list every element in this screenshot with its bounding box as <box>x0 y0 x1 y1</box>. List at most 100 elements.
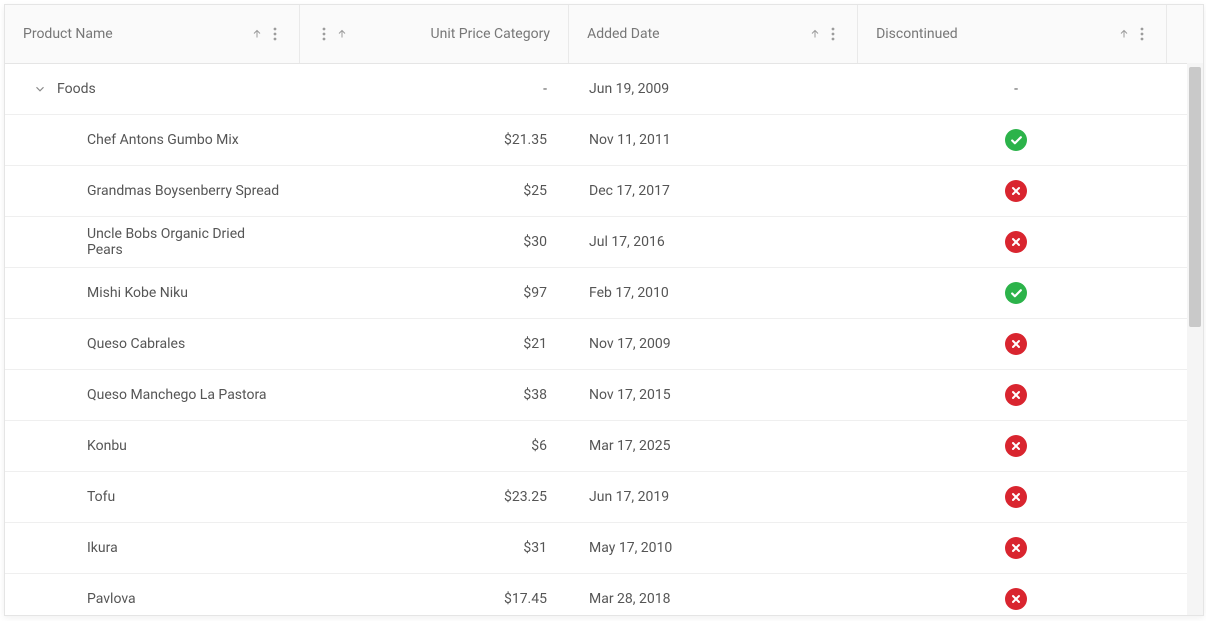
price-cell: $30 <box>301 217 571 267</box>
column-menu-icon[interactable] <box>269 23 281 45</box>
x-icon <box>1005 588 1027 610</box>
date-cell: Nov 11, 2011 <box>571 115 861 165</box>
rows-container[interactable]: Foods-Jun 19, 2009-Chef Antons Gumbo Mix… <box>5 64 1203 615</box>
grid-body: Foods-Jun 19, 2009-Chef Antons Gumbo Mix… <box>5 64 1203 615</box>
product-name: Tofu <box>23 489 115 505</box>
table-row[interactable]: Tofu $23.25Jun 17, 2019 <box>5 472 1203 523</box>
price-cell: $97 <box>301 268 571 318</box>
product-name: Ikura <box>23 540 118 556</box>
date-cell: Jul 17, 2016 <box>571 217 861 267</box>
discontinued-cell <box>861 217 1171 267</box>
column-header-product-name[interactable]: Product Name <box>5 5 300 63</box>
group-date-cell: Jun 19, 2009 <box>571 64 861 114</box>
group-discontinued-cell: - <box>861 64 1171 114</box>
product-name-cell: Pavlova <box>5 574 301 615</box>
data-grid: Product Name Unit Price Category <box>4 4 1204 616</box>
column-menu-icon[interactable] <box>827 23 839 45</box>
sort-asc-icon[interactable] <box>247 24 267 44</box>
x-icon <box>1005 384 1027 406</box>
column-header-discontinued[interactable]: Discontinued <box>858 5 1167 63</box>
price-cell: $6 <box>301 421 571 471</box>
table-row[interactable]: Chef Antons Gumbo Mix $21.35Nov 11, 2011 <box>5 115 1203 166</box>
product-name: Uncle Bobs Organic Dried Pears <box>23 226 283 258</box>
date-cell: Mar 28, 2018 <box>571 574 861 615</box>
check-icon <box>1005 129 1027 151</box>
column-label: Unit Price Category <box>360 26 550 42</box>
group-name-cell: Foods <box>5 64 301 114</box>
date-cell: Nov 17, 2009 <box>571 319 861 369</box>
product-name-cell: Uncle Bobs Organic Dried Pears <box>5 217 301 267</box>
group-row[interactable]: Foods -Jun 19, 2009- <box>5 64 1203 115</box>
table-row[interactable]: Ikura $31May 17, 2010 <box>5 523 1203 574</box>
column-label: Discontinued <box>876 26 1106 42</box>
column-header-unit-price[interactable]: Unit Price Category <box>300 5 569 63</box>
product-name-cell: Ikura <box>5 523 301 573</box>
table-row[interactable]: Pavlova $17.45Mar 28, 2018 <box>5 574 1203 615</box>
table-row[interactable]: Uncle Bobs Organic Dried Pears $30Jul 17,… <box>5 217 1203 268</box>
discontinued-cell <box>861 523 1171 573</box>
discontinued-cell <box>861 166 1171 216</box>
column-menu-icon[interactable] <box>1136 23 1148 45</box>
price-cell: $21 <box>301 319 571 369</box>
discontinued-cell <box>861 268 1171 318</box>
table-row[interactable]: Grandmas Boysenberry Spread $25Dec 17, 20… <box>5 166 1203 217</box>
group-price-cell: - <box>301 64 571 114</box>
column-menu-icon[interactable] <box>318 23 330 45</box>
price-cell: $21.35 <box>301 115 571 165</box>
table-row[interactable]: Queso Manchego La Pastora $38Nov 17, 2015 <box>5 370 1203 421</box>
discontinued-cell <box>861 472 1171 522</box>
product-name-cell: Mishi Kobe Niku <box>5 268 301 318</box>
sort-asc-icon[interactable] <box>805 24 825 44</box>
product-name-cell: Queso Cabrales <box>5 319 301 369</box>
scrollbar-header-spacer <box>1167 5 1203 63</box>
table-row[interactable]: Mishi Kobe Niku $97Feb 17, 2010 <box>5 268 1203 319</box>
chevron-down-icon[interactable] <box>23 82 57 96</box>
discontinued-cell <box>861 115 1171 165</box>
group-label: Foods <box>57 81 96 97</box>
product-name-cell: Grandmas Boysenberry Spread <box>5 166 301 216</box>
x-icon <box>1005 333 1027 355</box>
product-name-cell: Tofu <box>5 472 301 522</box>
date-cell: Dec 17, 2017 <box>571 166 861 216</box>
price-cell: $31 <box>301 523 571 573</box>
price-cell: $25 <box>301 166 571 216</box>
vertical-scrollbar[interactable] <box>1187 63 1203 615</box>
product-name: Queso Cabrales <box>23 336 185 352</box>
date-cell: Feb 17, 2010 <box>571 268 861 318</box>
price-cell: $23.25 <box>301 472 571 522</box>
x-icon <box>1005 486 1027 508</box>
product-name: Mishi Kobe Niku <box>23 285 188 301</box>
check-icon <box>1005 282 1027 304</box>
product-name: Konbu <box>23 438 127 454</box>
product-name: Chef Antons Gumbo Mix <box>23 132 239 148</box>
x-icon <box>1005 435 1027 457</box>
discontinued-cell <box>861 574 1171 615</box>
date-cell: Nov 17, 2015 <box>571 370 861 420</box>
column-label: Product Name <box>23 26 239 42</box>
product-name-cell: Chef Antons Gumbo Mix <box>5 115 301 165</box>
date-cell: Jun 17, 2019 <box>571 472 861 522</box>
product-name-cell: Queso Manchego La Pastora <box>5 370 301 420</box>
product-name-cell: Konbu <box>5 421 301 471</box>
sort-asc-icon[interactable] <box>332 24 352 44</box>
price-cell: $38 <box>301 370 571 420</box>
column-label: Added Date <box>587 26 797 42</box>
grid-header: Product Name Unit Price Category <box>5 5 1203 64</box>
discontinued-cell <box>861 421 1171 471</box>
x-icon <box>1005 231 1027 253</box>
table-row[interactable]: Konbu $6Mar 17, 2025 <box>5 421 1203 472</box>
discontinued-cell <box>861 319 1171 369</box>
sort-asc-icon[interactable] <box>1114 24 1134 44</box>
product-name: Queso Manchego La Pastora <box>23 387 267 403</box>
table-row[interactable]: Queso Cabrales $21Nov 17, 2009 <box>5 319 1203 370</box>
date-cell: Mar 17, 2025 <box>571 421 861 471</box>
product-name: Grandmas Boysenberry Spread <box>23 183 279 199</box>
date-cell: May 17, 2010 <box>571 523 861 573</box>
x-icon <box>1005 537 1027 559</box>
discontinued-cell <box>861 370 1171 420</box>
price-cell: $17.45 <box>301 574 571 615</box>
product-name: Pavlova <box>23 591 136 607</box>
column-header-added-date[interactable]: Added Date <box>569 5 858 63</box>
x-icon <box>1005 180 1027 202</box>
scrollbar-thumb[interactable] <box>1189 67 1201 327</box>
